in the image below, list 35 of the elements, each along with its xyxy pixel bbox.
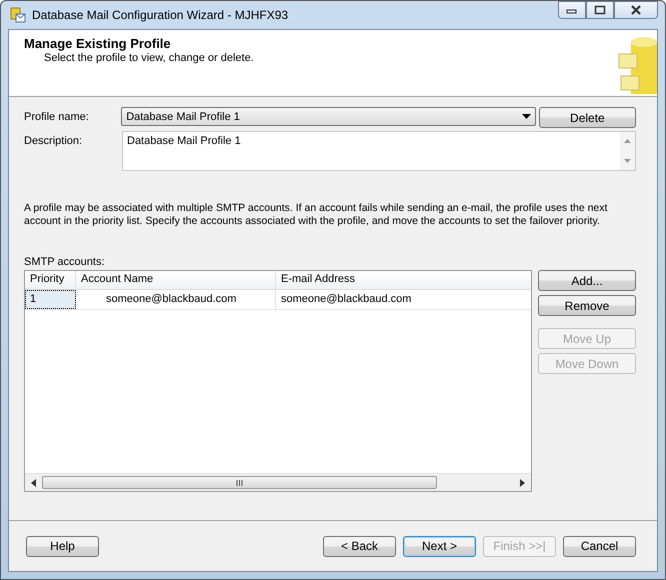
close-icon [629,5,643,15]
profile-name-dropdown[interactable]: Database Mail Profile 1 [121,107,536,126]
dropdown-arrow-icon [522,114,531,119]
page-subtitle: Select the profile to view, change or delete. [43,52,254,64]
grip-icon [236,480,243,486]
delete-button[interactable]: Delete [538,107,636,128]
wizard-button[interactable]: Next > [403,536,476,556]
column-header[interactable]: Priority [25,271,76,289]
table-cell: someone@blackbaud.com [76,290,276,309]
table-cell-text: someone@blackbaud.com [280,292,412,307]
close-button[interactable] [614,1,658,19]
description-label: Description: [24,134,84,147]
info-paragraph: A profile may be associated with multiple SMTP accounts. If an account fails while sending an e-mail, the profile uses the next account in the priority list. Specify the accounts associated with the profile, and move the accounts to set the failover priority. [24,202,608,228]
profile-name-label: Profile name: [24,110,90,123]
scroll-right-icon[interactable] [520,478,525,486]
side-button[interactable]: Remove [538,295,636,316]
description-field[interactable]: Database Mail Profile 1 [122,131,636,171]
maximize-button[interactable] [586,1,614,19]
smtp-accounts-label: SMTP accounts: [24,256,106,268]
column-header[interactable]: E-mail Address [276,271,531,289]
column-header[interactable]: Account Name [76,271,276,289]
scroll-down-icon[interactable] [624,159,631,163]
scroll-up-icon[interactable] [624,139,631,143]
wizard-button[interactable]: Help [26,536,99,556]
horizontal-scrollbar[interactable] [25,473,531,491]
app-icon [10,7,26,23]
side-button[interactable]: Add... [538,270,636,291]
page-title: Manage Existing Profile [24,36,172,51]
minimize-button[interactable] [558,1,586,19]
maximize-icon [594,5,606,15]
window-title: Database Mail Configuration Wizard - MJHFX93 [32,8,288,22]
wizard-button[interactable]: < Back [323,536,396,556]
table-cell: 1 [25,290,76,309]
scroll-left-icon[interactable] [31,478,36,486]
wizard-button[interactable]: Cancel [563,536,636,556]
